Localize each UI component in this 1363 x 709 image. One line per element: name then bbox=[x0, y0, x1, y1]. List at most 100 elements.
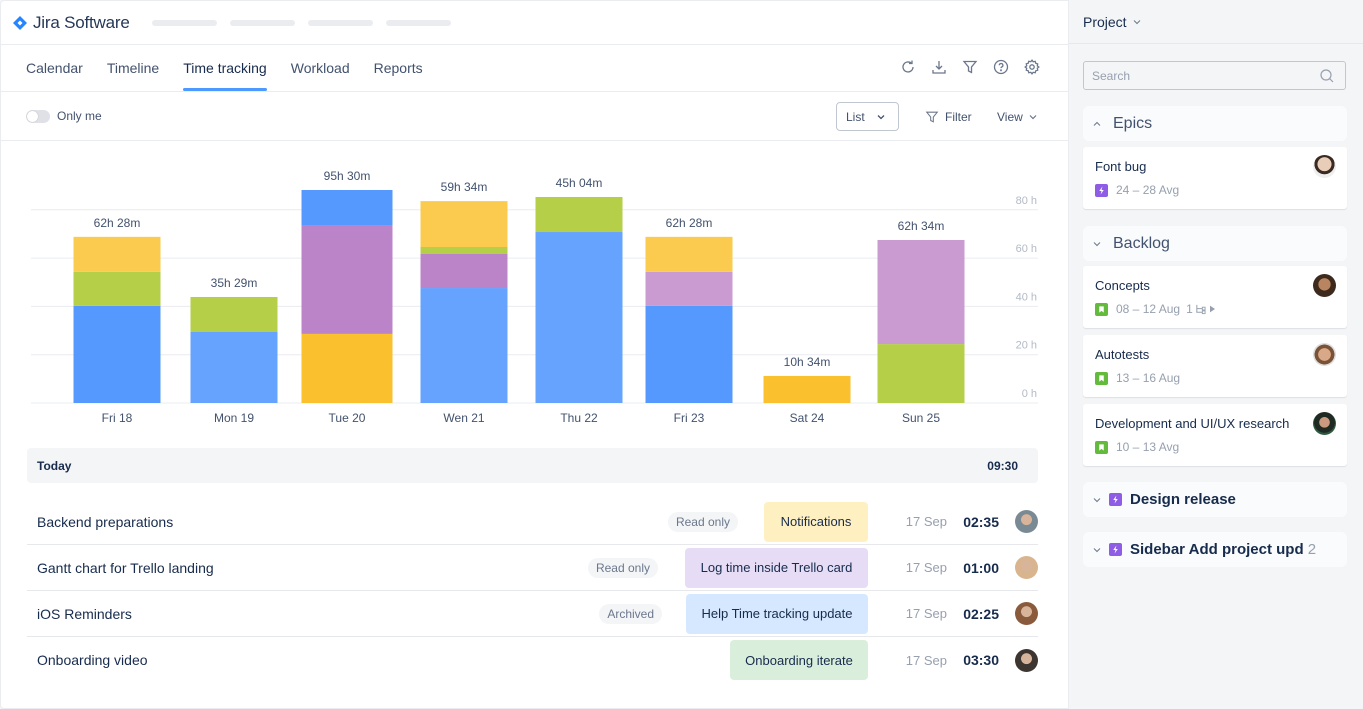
epic-icon bbox=[1095, 183, 1108, 197]
time-chart: 0 h 20 h 40 h 60 h 80 h 62h 28m Fri 18 35h 29m M… bbox=[1, 141, 1070, 441]
sidebar-search-input[interactable]: Search bbox=[1083, 61, 1346, 90]
bar-total-label: 62h 34m bbox=[898, 219, 945, 233]
bar-total-label: 35h 29m bbox=[211, 276, 258, 290]
entry-date: 17 Sep bbox=[905, 606, 947, 621]
time-entry-row[interactable]: Gantt chart for Trello landing Read only L… bbox=[27, 545, 1038, 591]
filter-label: Filter bbox=[945, 110, 972, 124]
main-panel: Jira Software Calendar Timeline Time tra… bbox=[0, 0, 1069, 709]
entry-title: iOS Reminders bbox=[37, 605, 132, 622]
list-select-value: List bbox=[846, 109, 865, 124]
only-me-label: Only me bbox=[57, 109, 102, 123]
expand-arrow-icon[interactable] bbox=[1209, 305, 1215, 313]
entry-title: Onboarding video bbox=[37, 652, 148, 668]
filter-icon[interactable] bbox=[962, 59, 978, 75]
bar-segment bbox=[73, 236, 161, 272]
list-select[interactable]: List bbox=[836, 102, 899, 131]
backlog-card-autotests[interactable]: Autotests 13 – 16 Aug bbox=[1083, 335, 1347, 397]
avatar bbox=[1015, 602, 1038, 625]
time-entry-row[interactable]: iOS Reminders Archived Help Time tracking … bbox=[27, 591, 1038, 637]
group-epics-label: Epics bbox=[1113, 114, 1153, 132]
group-label: Design release bbox=[1130, 491, 1236, 508]
refresh-icon[interactable] bbox=[900, 59, 916, 75]
x-tick-label: Fri 23 bbox=[674, 411, 705, 425]
time-entry-row[interactable]: Onboarding video Onboarding iterate 17 Sep… bbox=[27, 637, 1038, 683]
project-dropdown[interactable]: Project bbox=[1069, 0, 1363, 44]
group-count: 2 bbox=[1307, 541, 1317, 558]
entry-duration: 01:00 bbox=[963, 559, 999, 576]
subtask-count: 1 bbox=[1186, 302, 1193, 316]
task-chip[interactable]: Help Time tracking update bbox=[686, 593, 868, 634]
epic-card-font-bug[interactable]: Font bug 24 – 28 Avg bbox=[1083, 147, 1347, 209]
x-tick-label: Fri 18 bbox=[102, 411, 133, 425]
app-logo[interactable]: Jira Software bbox=[13, 13, 130, 33]
tab-reports[interactable]: Reports bbox=[374, 45, 423, 91]
view-button[interactable]: View bbox=[997, 110, 1037, 124]
chevron-down-icon bbox=[877, 114, 885, 119]
group-epics[interactable]: Epics bbox=[1083, 106, 1347, 141]
bar-total-label: 62h 28m bbox=[94, 216, 141, 230]
bar-segment bbox=[645, 271, 733, 306]
chevron-down-icon bbox=[1029, 115, 1037, 120]
tab-workload[interactable]: Workload bbox=[291, 45, 350, 91]
task-chip[interactable]: Notifications bbox=[764, 501, 868, 542]
project-label: Project bbox=[1083, 13, 1127, 30]
group-design-release[interactable]: Design release bbox=[1083, 482, 1347, 517]
time-entries-list: Backend preparations Read only Notificatio… bbox=[27, 499, 1038, 683]
bar-segment bbox=[877, 344, 965, 403]
entry-duration: 02:35 bbox=[963, 513, 999, 530]
download-icon[interactable] bbox=[931, 59, 947, 75]
tab-timeline[interactable]: Timeline bbox=[107, 45, 159, 91]
avatar bbox=[1015, 510, 1038, 533]
time-entry-row[interactable]: Backend preparations Read only Notificatio… bbox=[27, 499, 1038, 545]
avatar bbox=[1015, 556, 1038, 579]
story-icon bbox=[1095, 302, 1108, 316]
project-sidebar: Project Search Epics Font bug 24 – 28 Av… bbox=[1069, 0, 1363, 709]
story-icon bbox=[1095, 371, 1108, 385]
task-chip[interactable]: Onboarding iterate bbox=[730, 640, 868, 680]
status-badge: Read only bbox=[587, 557, 658, 578]
help-icon[interactable] bbox=[993, 59, 1009, 75]
top-bar: Jira Software bbox=[1, 1, 1068, 45]
entry-duration: 02:25 bbox=[963, 605, 999, 622]
avatar bbox=[1015, 648, 1038, 672]
status-badge: Archived bbox=[599, 603, 662, 624]
entry-duration: 03:30 bbox=[963, 652, 999, 668]
y-tick-label: 80 h bbox=[1016, 195, 1037, 207]
task-chip[interactable]: Log time inside Trello card bbox=[685, 547, 868, 588]
card-title: Development and UI/UX research bbox=[1095, 416, 1290, 431]
tab-time-tracking[interactable]: Time tracking bbox=[183, 45, 267, 91]
entry-title: Gantt chart for Trello landing bbox=[37, 559, 214, 576]
backlog-card-development[interactable]: Development and UI/UX research 10 – 13 A… bbox=[1083, 404, 1347, 466]
app-title: Jira Software bbox=[33, 12, 130, 32]
group-sidebar-add-project[interactable]: Sidebar Add project upd 2 bbox=[1083, 532, 1347, 567]
filter-button[interactable]: Filter bbox=[925, 110, 972, 124]
y-tick-label: 60 h bbox=[1016, 243, 1037, 255]
card-title: Autotests bbox=[1095, 347, 1150, 362]
entry-date: 17 Sep bbox=[905, 560, 947, 575]
avatar bbox=[1313, 274, 1336, 297]
x-tick-label: Mon 19 bbox=[214, 411, 254, 425]
bar-segment bbox=[535, 197, 623, 233]
chevron-up-icon bbox=[1093, 121, 1101, 126]
bar-segment bbox=[420, 201, 508, 247]
chevron-down-icon bbox=[1133, 19, 1140, 24]
today-label: Today bbox=[37, 458, 72, 473]
tab-calendar[interactable]: Calendar bbox=[26, 45, 83, 91]
card-dates: 24 – 28 Avg bbox=[1116, 183, 1180, 197]
bar-total-label: 95h 30m bbox=[324, 169, 371, 183]
group-backlog[interactable]: Backlog bbox=[1083, 226, 1347, 261]
bar-segment bbox=[763, 375, 851, 403]
bar-segment bbox=[190, 296, 278, 332]
chevron-down-icon bbox=[1093, 547, 1101, 552]
card-dates: 13 – 16 Aug bbox=[1116, 371, 1181, 385]
jira-logo-icon bbox=[13, 15, 27, 30]
entry-title: Backend preparations bbox=[37, 513, 174, 530]
x-tick-label: Thu 22 bbox=[560, 411, 598, 425]
bar-total-label: 45h 04m bbox=[556, 176, 603, 190]
status-badge: Read only bbox=[667, 511, 738, 532]
x-tick-label: Sun 25 bbox=[902, 411, 940, 425]
backlog-card-concepts[interactable]: Concepts 08 – 12 Aug 1 bbox=[1083, 266, 1347, 328]
settings-icon[interactable] bbox=[1024, 59, 1040, 75]
only-me-toggle[interactable] bbox=[26, 110, 50, 123]
y-tick-label: 20 h bbox=[1016, 340, 1037, 352]
